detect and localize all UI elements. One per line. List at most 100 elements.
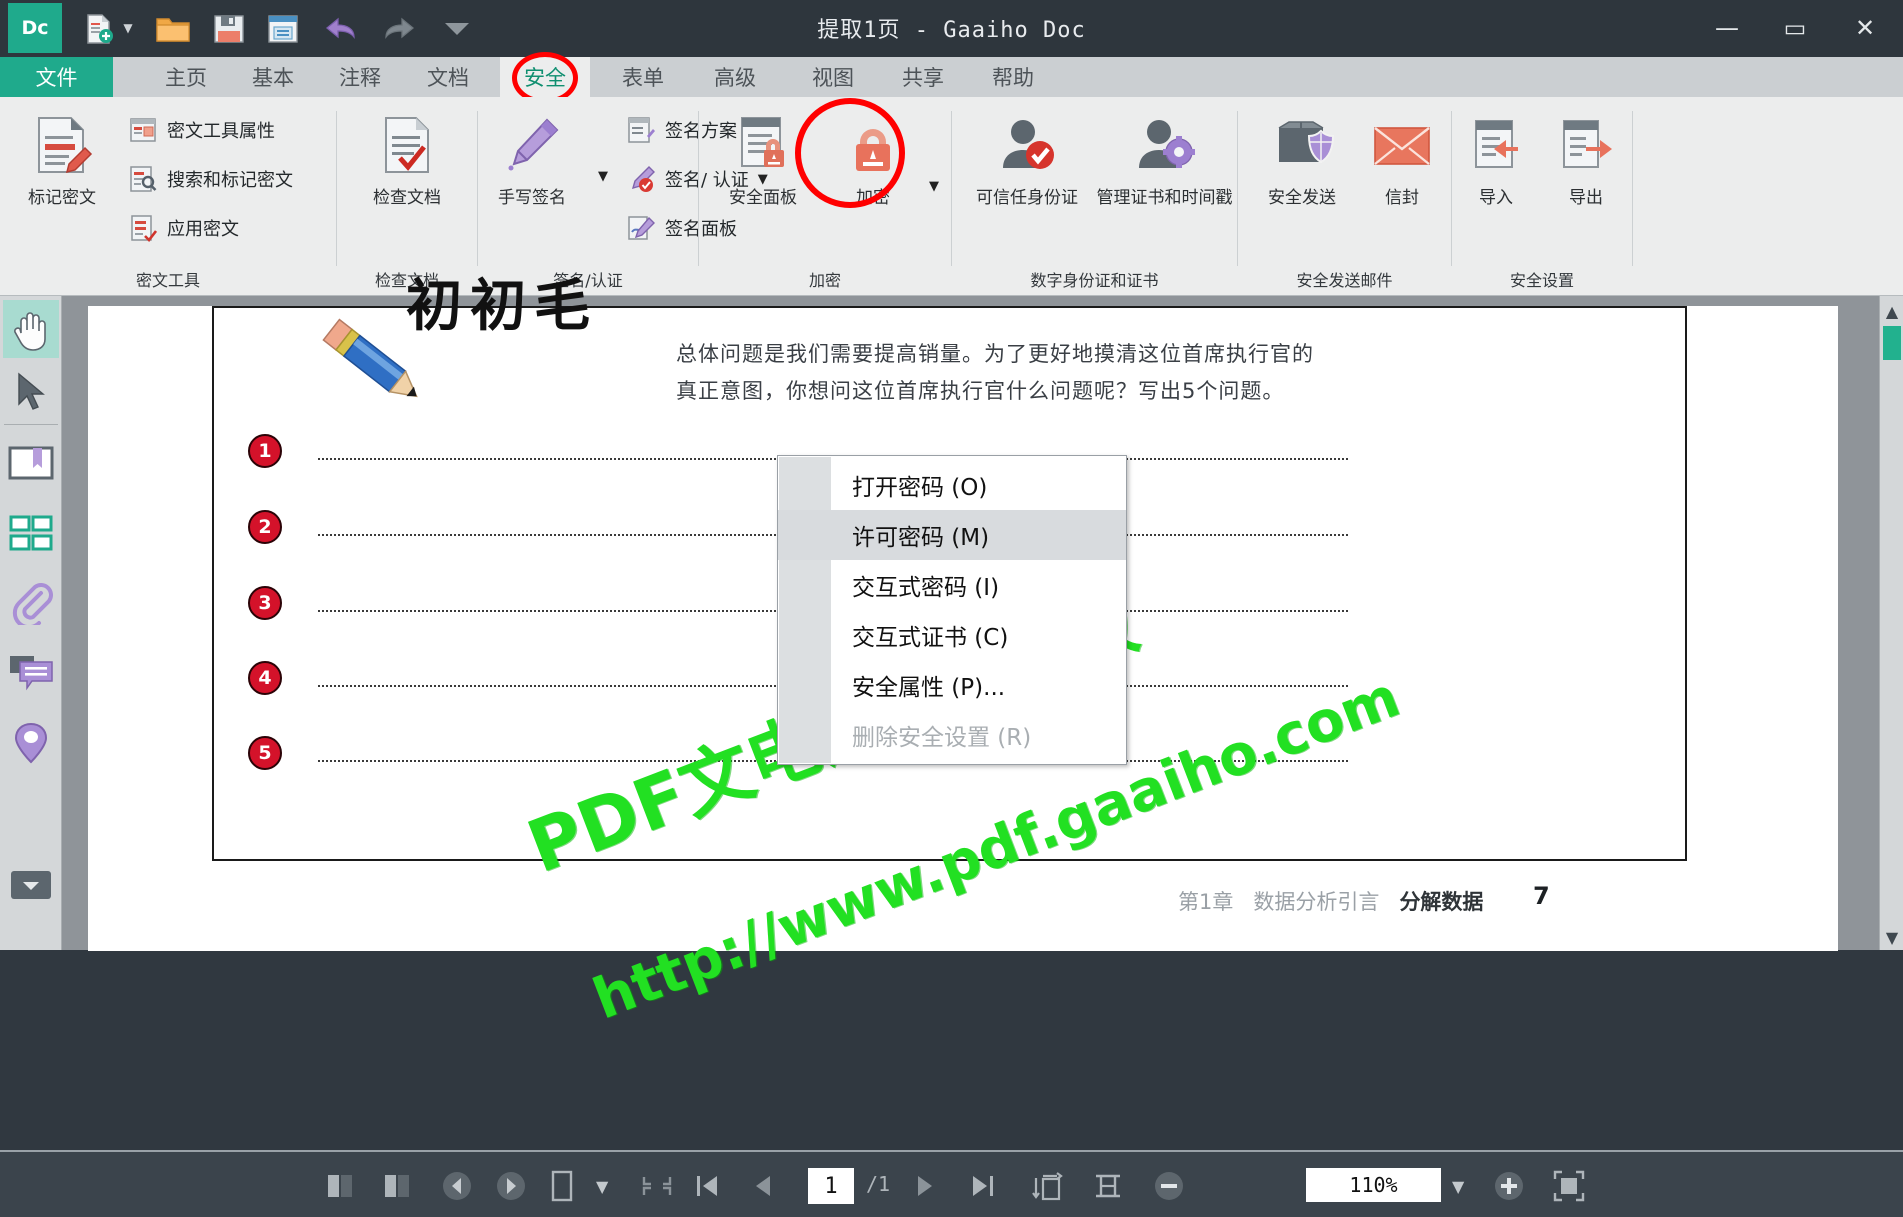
encrypt-caret-icon[interactable]: ▼ [929, 179, 939, 194]
view-mode-caret-icon[interactable]: ▼ [596, 1164, 608, 1208]
fullscreen-icon[interactable] [1552, 1164, 1586, 1208]
manage-certificates-button[interactable]: 管理证书和时间戳 [1092, 109, 1237, 234]
collapse-rail-icon[interactable] [3, 856, 59, 914]
thumbnails-panel-icon[interactable] [3, 504, 59, 562]
single-page-view-icon[interactable] [548, 1164, 576, 1208]
ribbon-group-security-settings: 导入 导出 安全设置 [1452, 97, 1632, 296]
minimize-button[interactable]: — [1700, 6, 1754, 50]
ribbon-group-encrypt: 安全面板 加密 ▼ 加密 [699, 97, 951, 296]
fit-width-icon[interactable] [1092, 1164, 1124, 1208]
import-icon [1466, 109, 1526, 181]
manage-certificates-icon [1131, 109, 1199, 181]
ribbon-group-digital-id: 可信任身份证 管理证书和时间戳 数字身份证和证书 [952, 97, 1237, 296]
export-icon [1556, 109, 1616, 181]
previous-view-icon[interactable] [440, 1164, 474, 1208]
next-view-icon[interactable] [494, 1164, 528, 1208]
menu-interactive-certificate[interactable]: 交互式证书 (C) [778, 610, 1126, 660]
hand-tool-icon[interactable] [3, 300, 59, 358]
ribbon-group-label-secure-mail: 安全发送邮件 [1296, 271, 1393, 290]
zoom-dropdown-caret-icon[interactable]: ▼ [1452, 1164, 1464, 1208]
destination-panel-icon[interactable] [3, 714, 59, 772]
list-bullet: 2 [248, 510, 282, 544]
tab-help[interactable]: 帮助 [970, 57, 1056, 97]
bookmark-panel-icon[interactable] [3, 434, 59, 492]
redact-properties-icon [128, 115, 158, 145]
apply-redact-icon [128, 213, 158, 243]
page-layout-continuous-icon[interactable] [382, 1164, 412, 1208]
tab-view[interactable]: 视图 [790, 57, 876, 97]
handwritten-signature-button[interactable]: 手写签名 [478, 109, 586, 234]
ribbon-group-redact: 标记密文 密文工具属性 搜索和标记密文 应用密文 密文工具 [0, 97, 336, 296]
import-button[interactable]: 导入 [1452, 109, 1540, 234]
redact-properties-button[interactable]: 密文工具属性 [128, 111, 275, 149]
menu-interactive-password[interactable]: 交互式密码 (I) [778, 560, 1126, 610]
tab-form[interactable]: 表单 [600, 57, 686, 97]
scroll-thumb[interactable] [1883, 326, 1901, 360]
apply-redact-button[interactable]: 应用密文 [128, 209, 239, 247]
inspect-document-button[interactable]: 检查文档 [353, 109, 461, 234]
import-label: 导入 [1479, 188, 1513, 208]
page-number-input[interactable]: 1 [808, 1168, 854, 1204]
redact-document-icon [29, 109, 95, 181]
signature-panel-icon [626, 213, 656, 243]
menu-open-password[interactable]: 打开密码 (O) [778, 460, 1126, 510]
previous-page-icon[interactable] [748, 1164, 778, 1208]
handwritten-signature-icon [497, 109, 567, 181]
menu-security-properties[interactable]: 安全属性 (P)... [778, 660, 1126, 710]
close-button[interactable]: ✕ [1838, 6, 1892, 50]
inspect-document-label: 检查文档 [373, 188, 441, 208]
tab-document[interactable]: 文档 [405, 57, 491, 97]
window-title: 提取1页 - Gaaiho Doc [817, 18, 1086, 43]
ribbon-tab-strip: 文件 主页 基本 注释 文档 安全 表单 高级 视图 共享 帮助 [0, 57, 1903, 97]
comment-panel-icon[interactable] [3, 644, 59, 702]
tab-basic[interactable]: 基本 [230, 57, 316, 97]
ribbon-group-secure-mail: 安全发送 信封 安全发送邮件 [1238, 97, 1451, 296]
redact-properties-label: 密文工具属性 [167, 121, 275, 142]
ribbon-group-label-redact: 密文工具 [135, 271, 200, 290]
handwritten-signature-caret-icon[interactable]: ▼ [598, 169, 608, 184]
rotate-view-icon[interactable] [1030, 1164, 1064, 1208]
page-layout-single-icon[interactable] [325, 1164, 355, 1208]
footer-topic: 分解数据 [1399, 890, 1484, 914]
fit-page-icon[interactable] [640, 1164, 674, 1208]
envelope-button[interactable]: 信封 [1348, 109, 1456, 234]
secure-send-icon [1269, 109, 1335, 181]
search-redact-label: 搜索和标记密文 [167, 170, 293, 191]
search-redact-button[interactable]: 搜索和标记密文 [128, 160, 293, 198]
ribbon-group-label-encrypt: 加密 [808, 271, 841, 290]
vertical-scrollbar[interactable]: ▲ ▼ [1879, 296, 1903, 950]
attachment-panel-icon[interactable] [3, 574, 59, 632]
ribbon: 标记密文 密文工具属性 搜索和标记密文 应用密文 密文工具 检查文档 检查文档 … [0, 97, 1903, 296]
select-arrow-icon[interactable] [3, 362, 59, 420]
tab-security[interactable]: 安全 [500, 57, 590, 97]
zoom-out-icon[interactable] [1152, 1164, 1186, 1208]
zoom-in-icon[interactable] [1492, 1164, 1526, 1208]
redact-document-button[interactable]: 标记密文 [8, 109, 116, 234]
tab-home[interactable]: 主页 [143, 57, 229, 97]
tab-share[interactable]: 共享 [880, 57, 966, 97]
total-pages-label: /1 [866, 1172, 891, 1196]
encrypt-button[interactable]: 加密 [819, 109, 927, 234]
export-button[interactable]: 导出 [1542, 109, 1630, 234]
trusted-identity-label: 可信任身份证 [976, 188, 1078, 208]
encrypt-dropdown-menu[interactable]: 打开密码 (O) 许可密码 (M) 交互式密码 (I) 交互式证书 (C) 安全… [777, 455, 1127, 765]
security-panel-button[interactable]: 安全面板 [709, 109, 817, 234]
zoom-level-input[interactable]: 110% [1306, 1168, 1441, 1202]
security-panel-icon [730, 109, 796, 181]
scroll-up-icon[interactable]: ▲ [1880, 298, 1903, 324]
maximize-button[interactable]: ▭ [1768, 6, 1822, 50]
menu-permission-password[interactable]: 许可密码 (M) [778, 510, 1126, 560]
tab-comment[interactable]: 注释 [317, 57, 403, 97]
first-page-icon[interactable] [692, 1164, 722, 1208]
encrypt-lock-icon [840, 109, 906, 181]
tab-file[interactable]: 文件 [0, 57, 113, 97]
scroll-down-icon[interactable]: ▼ [1880, 924, 1903, 950]
tab-advanced[interactable]: 高级 [692, 57, 778, 97]
next-page-icon[interactable] [910, 1164, 940, 1208]
redact-document-label: 标记密文 [28, 188, 96, 208]
trusted-identity-icon [993, 109, 1061, 181]
last-page-icon[interactable] [968, 1164, 998, 1208]
list-bullet: 1 [248, 434, 282, 468]
trusted-identity-button[interactable]: 可信任身份证 [962, 109, 1092, 234]
secure-send-button[interactable]: 安全发送 [1248, 109, 1356, 234]
